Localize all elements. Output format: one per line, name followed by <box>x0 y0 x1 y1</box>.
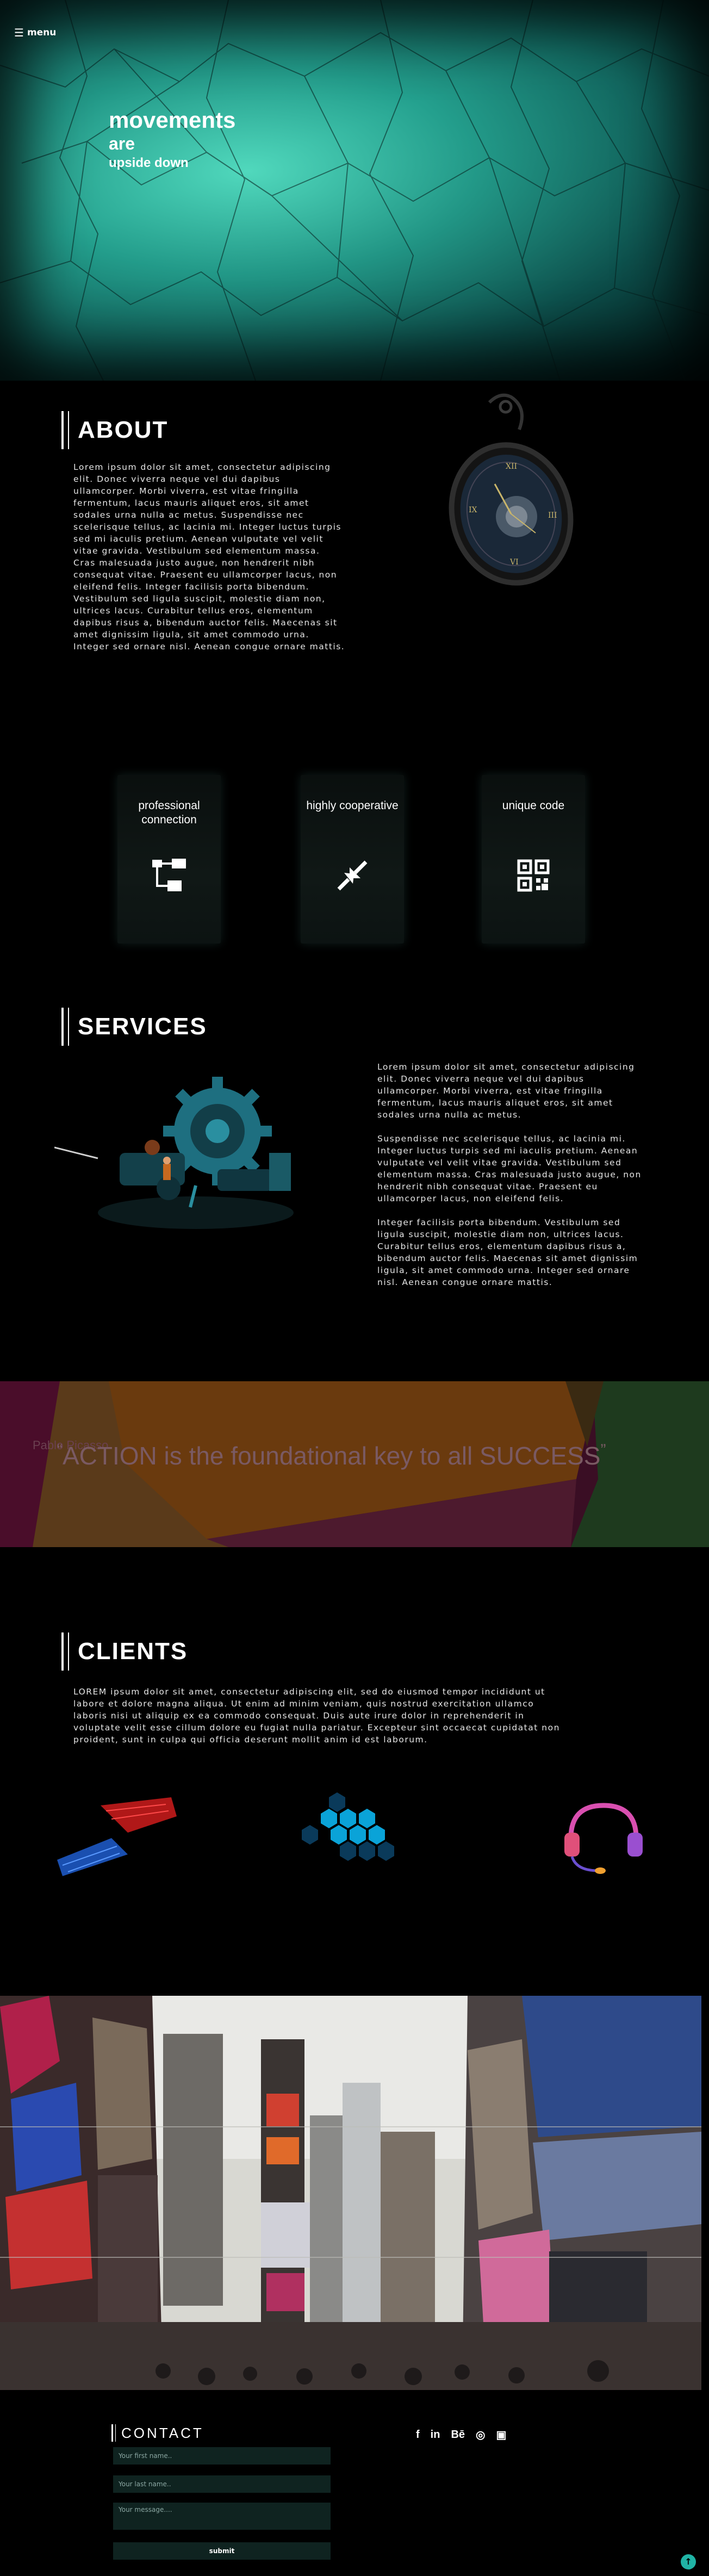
heading-bar <box>61 1008 64 1046</box>
quote-text: “ACTION is the foundational key to all S… <box>57 1441 606 1470</box>
contact-heading-text: CONTACT <box>121 2424 204 2441</box>
quote-open-mark: “ <box>57 1441 63 1459</box>
hamburger-icon: ☰ <box>14 26 24 39</box>
clients-heading-text: CLIENTS <box>78 1638 188 1665</box>
about-text: Lorem ipsum dolor sit amet, consectetur … <box>73 462 345 651</box>
hero-title: movements are upside down <box>109 109 235 170</box>
hero-line-1: movements <box>109 107 236 133</box>
menu-button[interactable]: ☰ menu <box>14 27 56 38</box>
feature-title: unique code <box>502 799 565 812</box>
gear-illustration <box>54 1077 294 1229</box>
contact-heading: CONTACT <box>111 2424 204 2442</box>
feature-card-cooperative[interactable]: highly cooperative <box>301 775 404 944</box>
svg-text:III: III <box>548 511 557 520</box>
heading-bar <box>61 1632 64 1671</box>
arrow-up-icon: ↑ <box>685 2556 692 2567</box>
hero-banner <box>0 0 709 381</box>
pocket-watch-image: XII III VI IX <box>449 393 574 586</box>
heading-bar-thin <box>68 411 69 449</box>
services-heading: SERVICES <box>61 1008 207 1046</box>
services-paragraph-3: Integer facilisis porta bibendum. Vestib… <box>377 1218 638 1287</box>
clients-heading: CLIENTS <box>61 1632 188 1671</box>
services-paragraph-1: Lorem ipsum dolor sit amet, consectetur … <box>377 1062 635 1120</box>
about-heading: ABOUT <box>61 411 168 449</box>
about-heading-text: ABOUT <box>78 417 169 443</box>
qr-code-icon <box>517 859 550 892</box>
behance-icon[interactable]: Bē <box>451 2429 465 2441</box>
social-links: f in Bē ◎ ▣ <box>416 2428 506 2442</box>
heading-bar-thin <box>68 1008 69 1046</box>
hero-vignette <box>0 0 709 381</box>
menu-label: menu <box>27 27 57 38</box>
heading-bar <box>61 411 64 449</box>
client-logo-hexagons[interactable] <box>288 1792 419 1879</box>
hero-line-3: upside down <box>109 156 189 170</box>
feature-title: highly cooperative <box>306 799 399 812</box>
services-heading-text: SERVICES <box>78 1013 207 1040</box>
dribbble-icon[interactable]: ◎ <box>476 2428 485 2442</box>
feature-title: professional connection <box>138 799 200 826</box>
heading-bar <box>111 2424 113 2442</box>
first-name-input[interactable] <box>113 2447 331 2465</box>
scroll-to-top-button[interactable]: ↑ <box>681 2554 696 2569</box>
client-logo-headset[interactable] <box>549 1795 658 1882</box>
instagram-icon[interactable]: ▣ <box>496 2428 506 2442</box>
heading-bar-thin <box>68 1632 69 1671</box>
heading-bar-thin <box>115 2424 116 2442</box>
hero-line-2: are <box>109 134 135 153</box>
city-photo <box>0 1996 701 2390</box>
linkedin-icon[interactable]: in <box>431 2429 440 2441</box>
services-paragraph-2: Suspendisse nec scelerisque tellus, ac l… <box>377 1134 642 1203</box>
last-name-input[interactable] <box>113 2475 331 2493</box>
feature-card-unique-code[interactable]: unique code <box>482 775 585 944</box>
svg-text:IX: IX <box>469 506 477 514</box>
quote-close-mark: ” <box>600 1441 606 1459</box>
submit-button[interactable]: submit <box>113 2542 331 2560</box>
svg-text:VI: VI <box>509 558 519 567</box>
clients-text: LOREM ipsum dolor sit amet, consectetur … <box>73 1687 560 1745</box>
svg-text:XII: XII <box>506 462 517 471</box>
facebook-icon[interactable]: f <box>416 2429 420 2441</box>
client-logo-circuit-hands[interactable] <box>52 1795 182 1882</box>
hierarchy-icon <box>152 859 186 891</box>
message-input[interactable] <box>113 2503 331 2530</box>
feature-card-connection[interactable]: professional connection <box>117 775 221 944</box>
arrows-converge-icon <box>337 860 368 891</box>
quote-body: ACTION is the foundational key to all SU… <box>63 1442 601 1470</box>
